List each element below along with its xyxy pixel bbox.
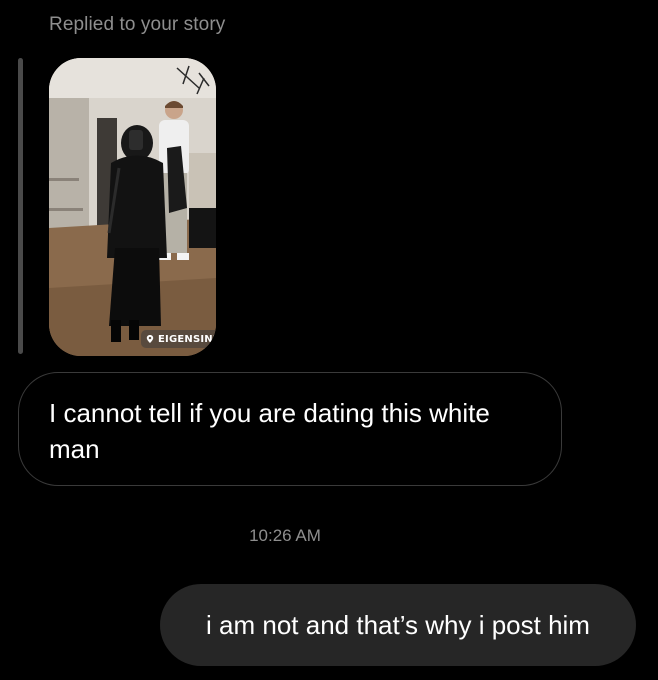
outgoing-message-bubble[interactable]: i am not and that’s why i post him	[160, 584, 636, 666]
story-thumbnail[interactable]: EIGENSINNIG	[49, 58, 216, 356]
location-pin-icon	[146, 335, 154, 343]
replied-to-story-label: Replied to your story	[49, 14, 226, 35]
message-timestamp: 10:26 AM	[249, 526, 321, 545]
reply-indicator-bar	[18, 58, 23, 354]
story-photo	[49, 58, 216, 356]
outgoing-message-text: i am not and that’s why i post him	[206, 609, 590, 640]
incoming-message-bubble[interactable]: I cannot tell if you are dating this whi…	[18, 372, 562, 486]
incoming-message-text: I cannot tell if you are dating this whi…	[49, 398, 490, 464]
location-sticker-text: EIGENSINNIG	[158, 333, 216, 345]
location-sticker[interactable]: EIGENSINNIG	[141, 330, 216, 348]
